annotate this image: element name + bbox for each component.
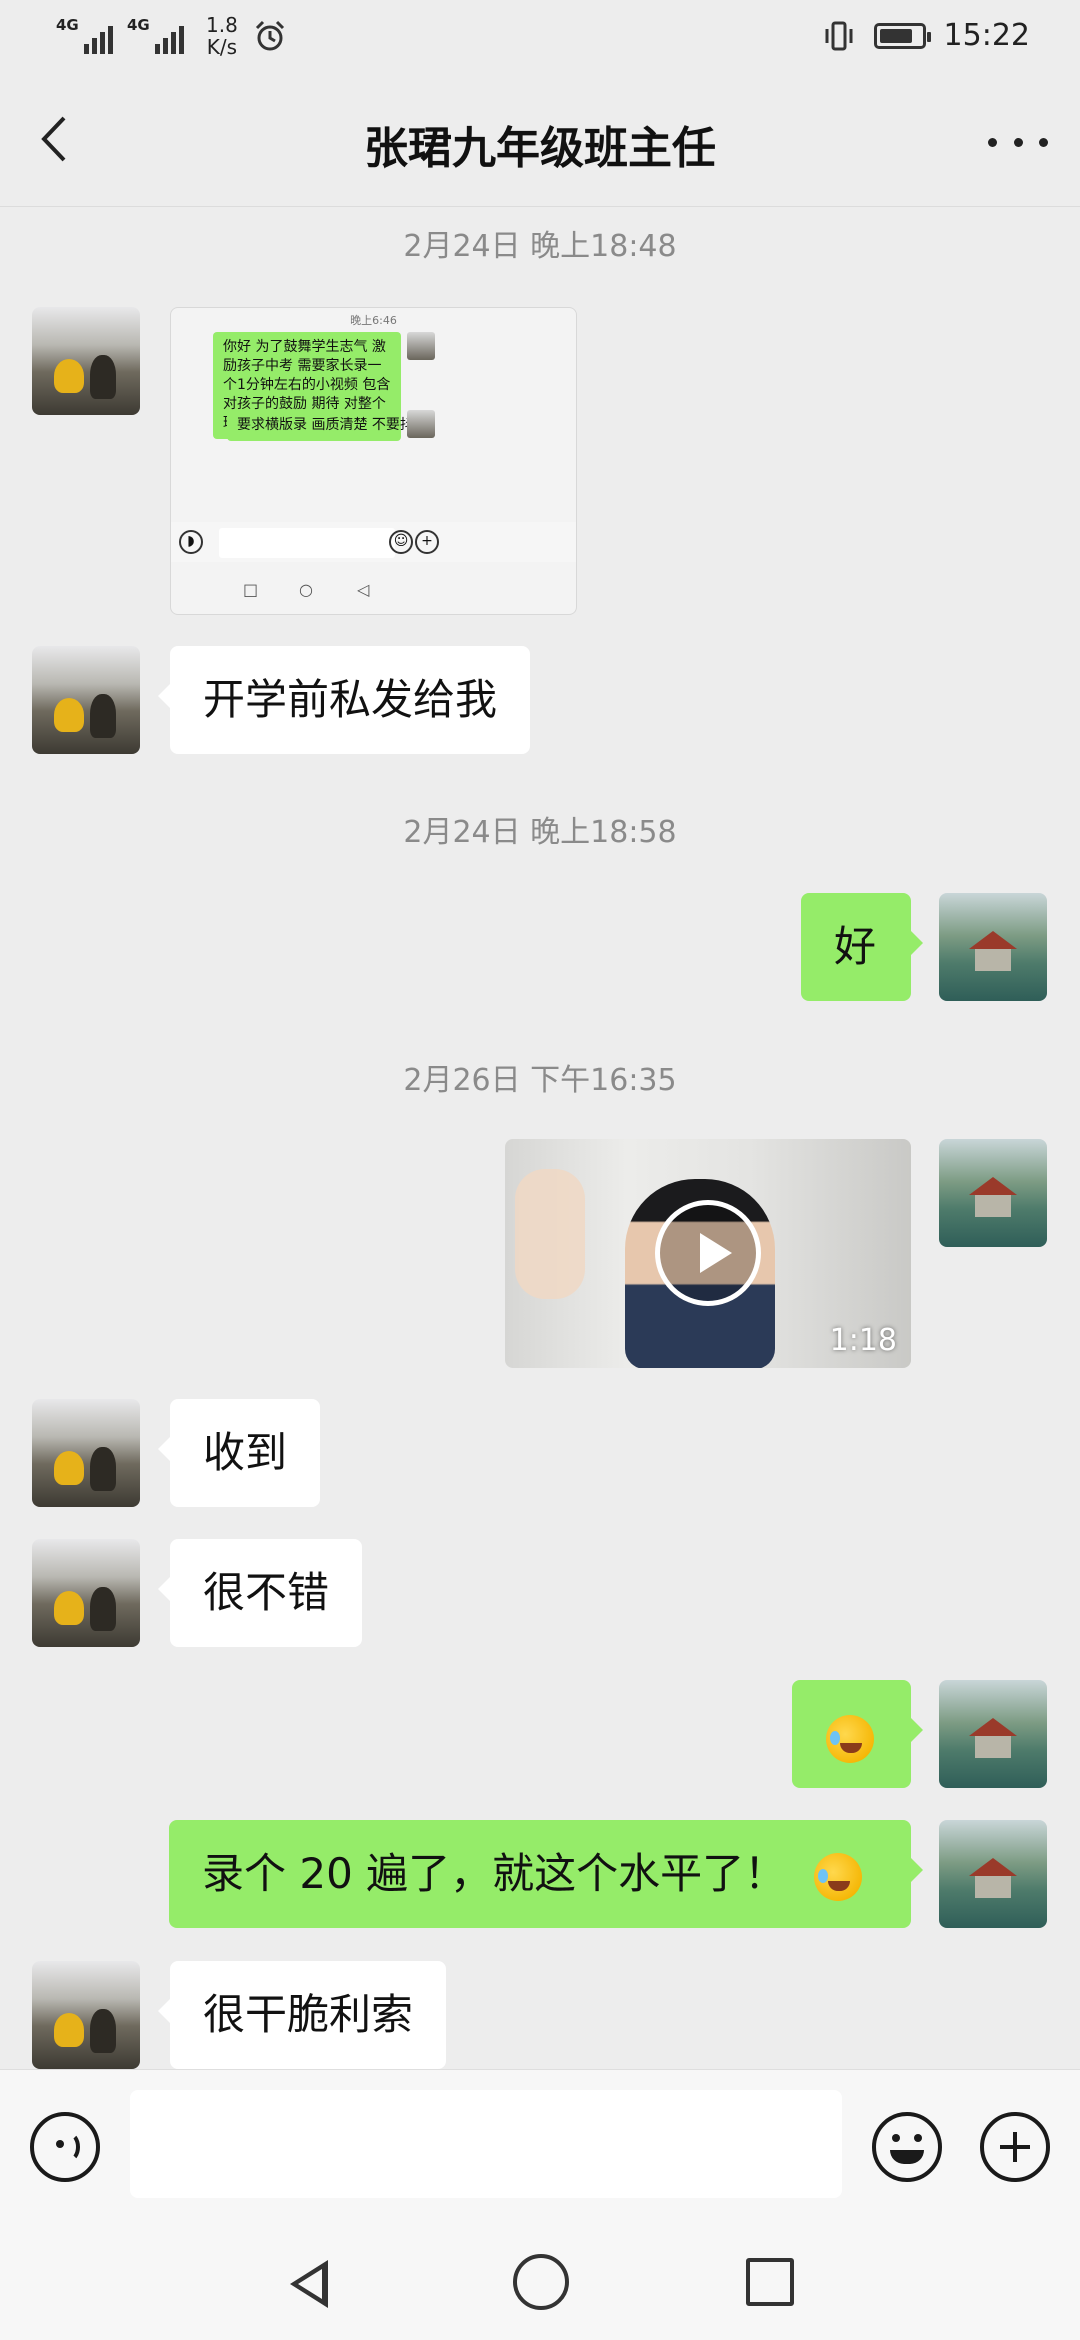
sent-emoji-message[interactable] xyxy=(792,1680,923,1788)
battery-icon xyxy=(873,22,931,49)
circle-icon: ○ xyxy=(299,580,313,599)
emoji-icon: ☺ xyxy=(389,530,413,554)
message-text: 录个 20 遍了，就这个水平了！ xyxy=(202,1849,787,1898)
emoji-icon[interactable] xyxy=(872,2112,942,2182)
screenshot-nav-bar: □ ○ ◁ xyxy=(171,566,576,612)
received-message[interactable]: 很不错 xyxy=(157,1539,363,1647)
screenshot-avatar xyxy=(407,410,435,438)
video-message[interactable]: 1:18 xyxy=(505,1139,911,1368)
chat-header: 张珺九年级班主任 xyxy=(0,72,1080,207)
my-avatar[interactable] xyxy=(939,893,1047,1001)
input-bar xyxy=(0,2069,1080,2224)
my-avatar[interactable] xyxy=(939,1139,1047,1247)
system-nav-bar xyxy=(0,2224,1080,2340)
network-speed: 1.8 K/s xyxy=(206,13,238,59)
timestamp: 2月24日 晚上18:58 xyxy=(403,815,677,850)
network-type-label: 4G xyxy=(56,16,79,34)
received-message[interactable]: 开学前私发给我 xyxy=(157,646,531,754)
received-message[interactable]: 收到 xyxy=(157,1399,321,1507)
voice-icon: ◗ xyxy=(179,530,203,554)
timestamp: 2月26日 下午16:35 xyxy=(403,1063,677,1098)
vibrate-icon xyxy=(825,21,853,50)
chat-title: 张珺九年级班主任 xyxy=(364,123,716,174)
laugh-cry-emoji-icon xyxy=(826,1714,874,1763)
message-list[interactable]: 2月24日 晚上18:48 晚上6:46 你好 为了鼓舞学生志气 激励孩子中考 … xyxy=(0,207,1080,2069)
video-duration: 1:18 xyxy=(829,1323,897,1358)
message-input[interactable] xyxy=(130,2090,842,2198)
screenshot-time: 晚上6:46 xyxy=(350,314,397,327)
signal-icon: 4G xyxy=(127,18,184,54)
square-icon: □ xyxy=(243,580,259,599)
signal-icon: 4G xyxy=(56,18,113,54)
network-type-label: 4G xyxy=(127,16,150,34)
nav-home-icon[interactable] xyxy=(513,2254,569,2310)
nav-back-icon[interactable] xyxy=(280,2254,336,2310)
screenshot-bubble: 要求横版录 画质清楚 不要抖动 xyxy=(227,410,428,441)
screenshot-image-message[interactable]: 晚上6:46 你好 为了鼓舞学生志气 激励孩子中考 需要家长录一个1分钟左右的小… xyxy=(170,307,577,615)
sent-message[interactable]: 好 xyxy=(801,893,923,1001)
my-avatar[interactable] xyxy=(939,1820,1047,1928)
sent-message[interactable]: 录个 20 遍了，就这个水平了！ xyxy=(169,1820,923,1928)
laugh-cry-emoji-icon xyxy=(813,1852,862,1901)
status-bar: 4G 4G 1.8 K/s 15:22 xyxy=(0,0,1080,72)
contact-avatar[interactable] xyxy=(32,307,140,415)
contact-avatar[interactable] xyxy=(32,1399,140,1507)
my-avatar[interactable] xyxy=(939,1680,1047,1788)
triangle-icon: ◁ xyxy=(357,580,370,599)
screenshot-avatar xyxy=(407,332,435,360)
contact-avatar[interactable] xyxy=(32,646,140,754)
play-icon[interactable] xyxy=(655,1200,761,1306)
received-message[interactable]: 很干脆利索 xyxy=(157,1961,447,2069)
plus-icon[interactable] xyxy=(980,2112,1050,2182)
screenshot-input-bar: ◗ ☺ + xyxy=(171,522,576,562)
plus-icon: + xyxy=(415,530,439,554)
alarm-icon xyxy=(255,20,284,51)
contact-avatar[interactable] xyxy=(32,1539,140,1647)
clock: 15:22 xyxy=(943,18,1030,53)
voice-icon[interactable] xyxy=(30,2112,100,2182)
contact-avatar[interactable] xyxy=(32,1961,140,2069)
more-dots-icon[interactable] xyxy=(988,122,1048,162)
timestamp: 2月24日 晚上18:48 xyxy=(403,229,677,264)
nav-recents-icon[interactable] xyxy=(746,2258,794,2306)
